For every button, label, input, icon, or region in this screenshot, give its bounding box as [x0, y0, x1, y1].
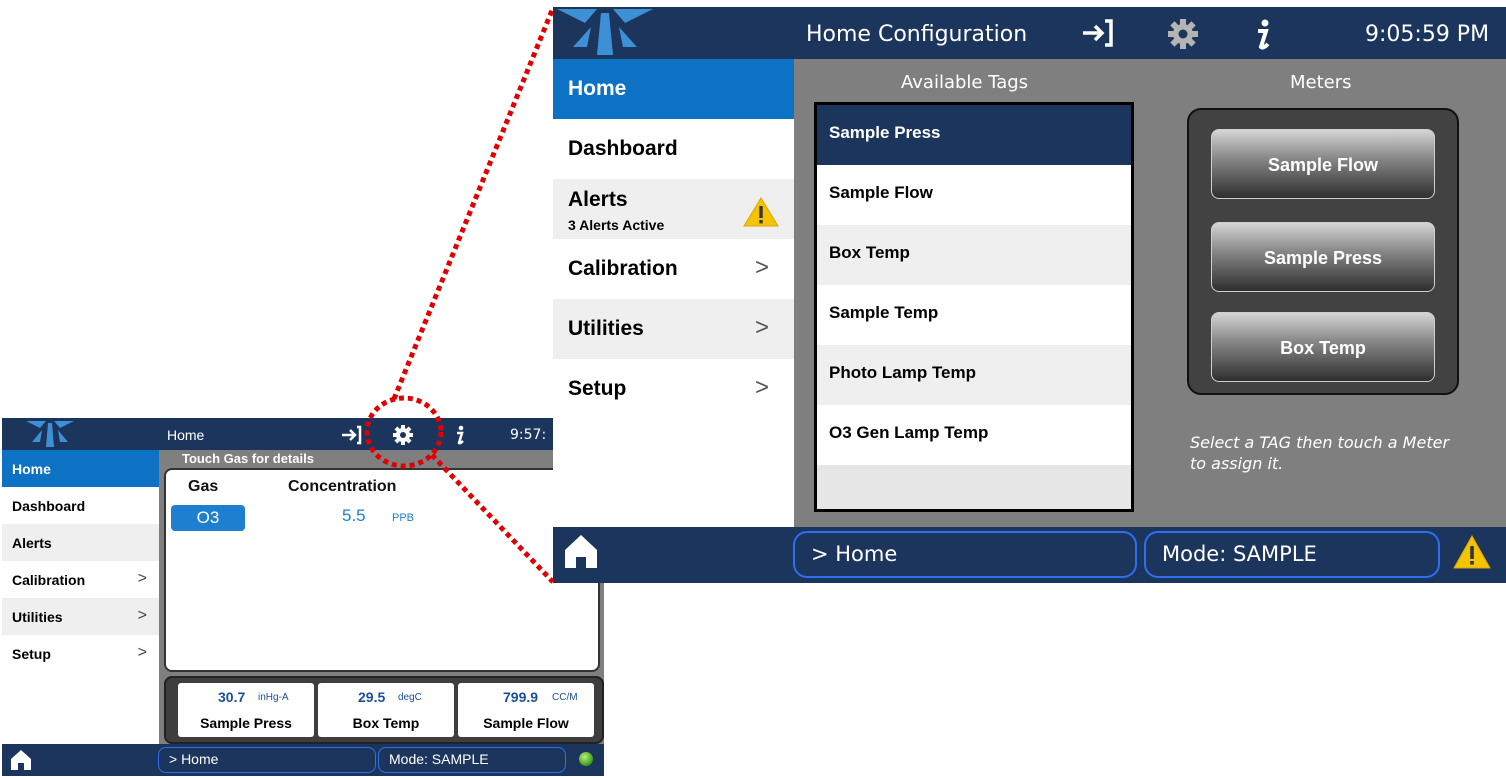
mode-display[interactable]: Mode: SAMPLE — [1144, 531, 1440, 578]
small-top-bar: Home 9:57: — [2, 418, 604, 450]
meter-unit: inHg-A — [258, 692, 289, 703]
mode-display[interactable]: Mode: SAMPLE — [378, 747, 566, 773]
details-hint: Touch Gas for details — [182, 451, 314, 466]
meter-button-sample-press[interactable]: Sample Press — [1211, 222, 1435, 292]
sidebar-item-label: Home — [12, 460, 51, 477]
meter-unit: degC — [398, 692, 422, 703]
page-title: Home — [167, 427, 205, 443]
breadcrumb[interactable]: > Home — [793, 531, 1137, 578]
assign-hint: Select a TAG then touch a Meter to assig… — [1190, 433, 1450, 473]
login-icon[interactable] — [1080, 18, 1114, 48]
sidebar-item-calibration[interactable]: Calibration > — [2, 561, 159, 598]
sidebar-item-label: Dashboard — [12, 497, 86, 514]
alerts-count: 3 Alerts Active — [568, 217, 665, 233]
tag-item-sample-temp[interactable]: Sample Temp — [817, 285, 1131, 345]
meters-heading: Meters — [1290, 72, 1352, 93]
meter-value: 799.9 — [503, 689, 539, 705]
sidebar-item-setup[interactable]: Setup > — [2, 635, 159, 672]
tag-item-box-temp[interactable]: Box Temp — [817, 225, 1131, 285]
concentration-value: 5.5 — [342, 506, 366, 525]
login-icon[interactable] — [339, 424, 363, 446]
home-icon[interactable] — [563, 533, 599, 569]
large-screen: Home Configuration 9:05:59 PM Home Dashb… — [553, 7, 1506, 583]
large-top-bar: Home Configuration 9:05:59 PM — [553, 7, 1506, 59]
meter-label: Sample Flow — [483, 715, 569, 731]
sidebar-item-setup[interactable]: Setup > — [553, 359, 794, 419]
chevron-right-icon: > — [755, 254, 770, 281]
concentration-column-header: Concentration — [288, 478, 397, 495]
info-icon[interactable] — [448, 424, 472, 446]
sidebar-item-label: Alerts — [12, 534, 52, 551]
concentration-unit: PPB — [392, 512, 415, 524]
sidebar-item-label: Setup — [12, 645, 51, 662]
sidebar-item-label: Alerts — [568, 188, 628, 211]
chevron-right-icon: > — [137, 570, 147, 587]
meters-panel: Sample Flow Sample Press Box Temp — [1187, 108, 1459, 395]
clock: 9:05:59 PM — [1365, 22, 1490, 47]
sidebar-item-utilities[interactable]: Utilities > — [553, 299, 794, 359]
gear-icon[interactable] — [391, 424, 415, 446]
meter-sample-flow[interactable]: 799.9 CC/M Sample Flow — [458, 683, 594, 737]
meter-value: 29.5 — [358, 689, 386, 705]
meter-label: Box Temp — [352, 715, 420, 731]
info-icon[interactable] — [1248, 18, 1278, 52]
sidebar-item-label: Home — [568, 77, 627, 100]
tag-item-sample-flow[interactable]: Sample Flow — [817, 165, 1131, 225]
sidebar-item-home[interactable]: Home — [553, 59, 794, 119]
breadcrumb[interactable]: > Home — [158, 747, 376, 773]
callout-line-top — [391, 7, 556, 400]
sidebar-item-dashboard[interactable]: Dashboard — [553, 119, 794, 179]
available-tags-heading: Available Tags — [901, 72, 1029, 93]
logo-icon — [557, 9, 653, 55]
sidebar-item-alerts[interactable]: Alerts 3 Alerts Active — [553, 179, 794, 239]
meter-sample-press[interactable]: 30.7 inHg-A Sample Press — [178, 683, 314, 737]
home-icon[interactable] — [10, 749, 32, 771]
small-sidebar: Home Dashboard Alerts Calibration > Utili… — [2, 450, 159, 744]
warning-icon — [743, 197, 779, 227]
warning-icon[interactable] — [1453, 535, 1491, 569]
large-bottom-bar: > Home Mode: SAMPLE — [553, 527, 1506, 583]
tag-item-o3-gen-lamp-temp[interactable]: O3 Gen Lamp Temp — [817, 405, 1131, 465]
gas-button-o3[interactable]: O3 — [171, 505, 245, 531]
concentration-panel: Gas Concentration O3 5.5 PPB — [164, 468, 600, 672]
tag-item-photo-lamp-temp[interactable]: Photo Lamp Temp — [817, 345, 1131, 405]
gear-icon[interactable] — [1167, 18, 1199, 50]
small-screen: Home 9:57: Home Dashboard Alerts Calibra… — [2, 418, 604, 776]
sidebar-item-home[interactable]: Home — [2, 450, 159, 487]
small-bottom-bar: > Home Mode: SAMPLE — [2, 744, 604, 776]
logo-icon — [26, 421, 74, 447]
sidebar-item-utilities[interactable]: Utilities > — [2, 598, 159, 635]
meter-value: 30.7 — [218, 689, 246, 705]
status-led-icon — [579, 752, 593, 766]
meter-box-temp[interactable]: 29.5 degC Box Temp — [318, 683, 454, 737]
meter-button-box-temp[interactable]: Box Temp — [1211, 312, 1435, 382]
clock: 9:57: — [510, 427, 547, 443]
sidebar-item-label: Utilities — [12, 608, 63, 625]
meter-unit: CC/M — [552, 692, 578, 703]
sidebar-item-alerts[interactable]: Alerts — [2, 524, 159, 561]
gas-column-header: Gas — [188, 478, 219, 495]
large-sidebar: Home Dashboard Alerts 3 Alerts Active Ca… — [553, 59, 794, 527]
sidebar-item-label: Setup — [568, 377, 627, 400]
chevron-right-icon: > — [137, 644, 147, 661]
meter-panel: 30.7 inHg-A Sample Press 29.5 degC Box T… — [164, 676, 604, 744]
chevron-right-icon: > — [755, 314, 770, 341]
page-title: Home Configuration — [806, 22, 1028, 47]
available-tags-list: Sample Press Sample Flow Box Temp Sample… — [814, 102, 1134, 512]
sidebar-item-label: Calibration — [568, 257, 678, 280]
sidebar-item-label: Dashboard — [568, 137, 678, 160]
meter-button-sample-flow[interactable]: Sample Flow — [1211, 129, 1435, 199]
details-strip: Touch Gas for details — [162, 450, 604, 468]
chevron-right-icon: > — [137, 607, 147, 624]
tag-item-sample-press[interactable]: Sample Press — [817, 105, 1131, 165]
meter-label: Sample Press — [200, 715, 292, 731]
sidebar-item-dashboard[interactable]: Dashboard — [2, 487, 159, 524]
sidebar-item-label: Calibration — [12, 571, 86, 588]
sidebar-item-label: Utilities — [568, 317, 644, 340]
sidebar-item-calibration[interactable]: Calibration > — [553, 239, 794, 299]
chevron-right-icon: > — [755, 374, 770, 401]
